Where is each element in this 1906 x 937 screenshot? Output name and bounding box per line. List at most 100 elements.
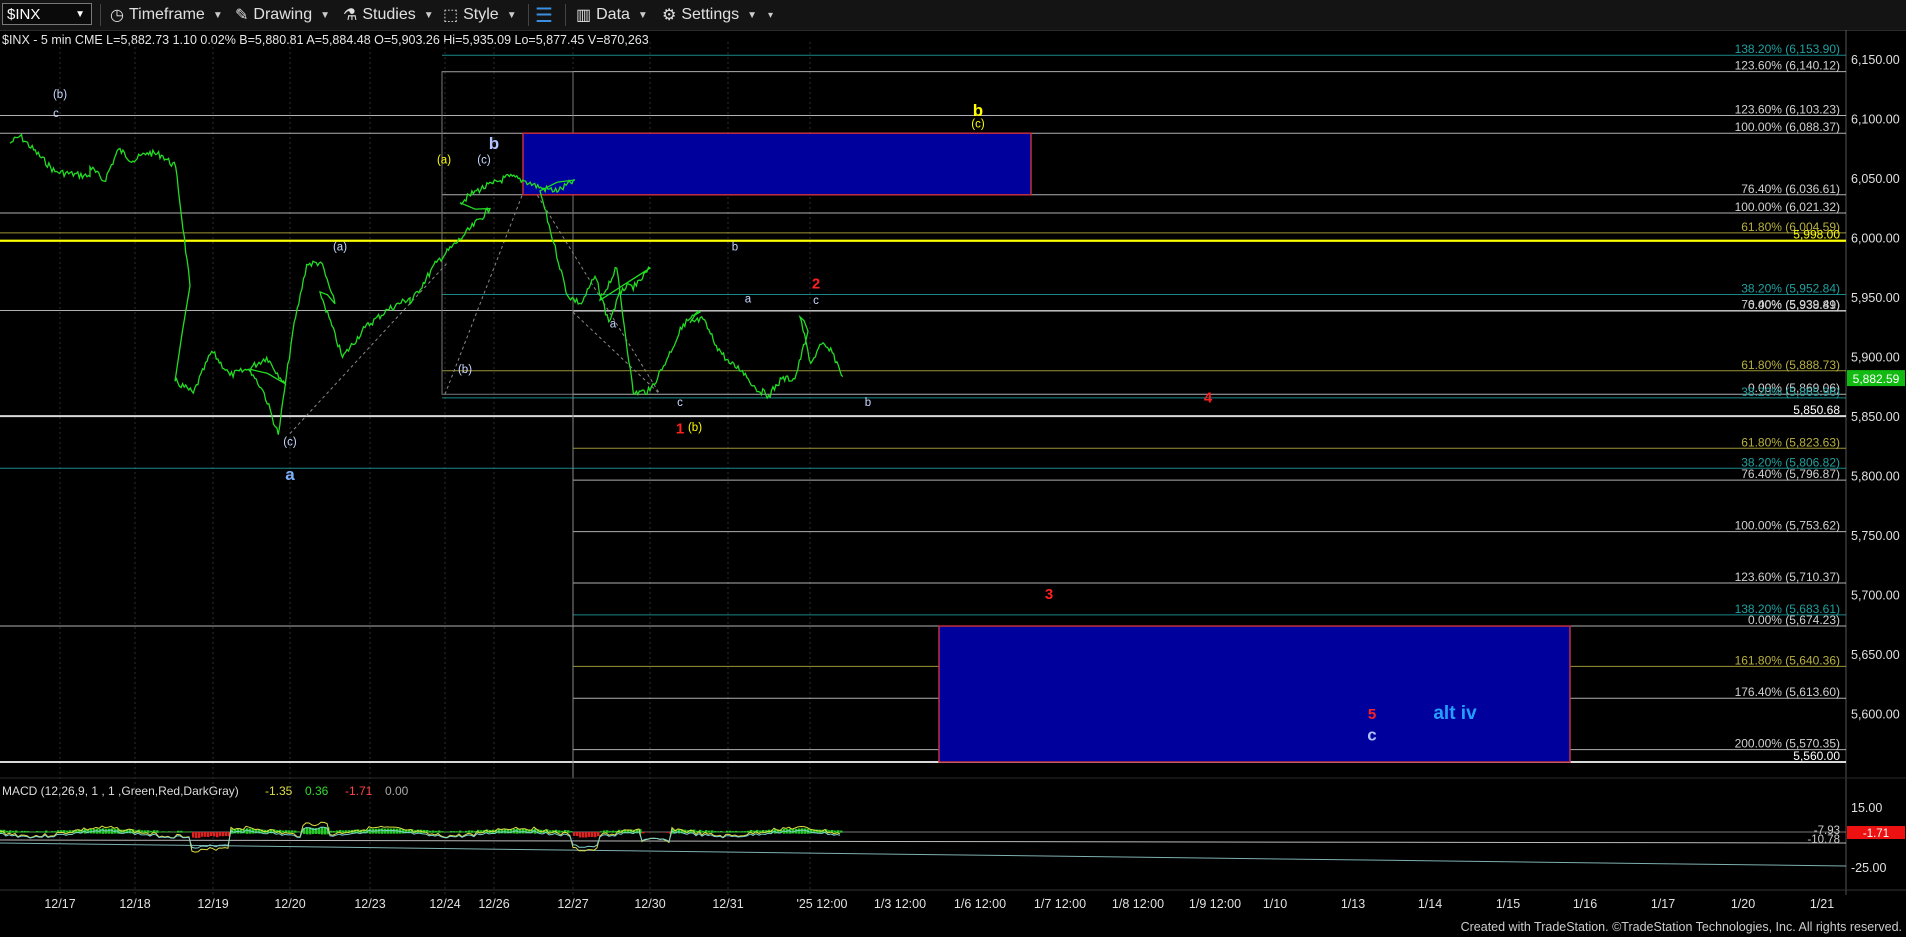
macd-histogram-bar (468, 830, 471, 833)
fib-level-label: 138.20% (6,153.90) (1735, 42, 1840, 56)
wave-label: b (732, 241, 738, 253)
x-tick-label: 1/15 (1496, 897, 1520, 911)
x-tick-label: 1/7 12:00 (1034, 897, 1086, 911)
macd-histogram-bar (165, 831, 168, 833)
macd-histogram-bar (840, 830, 843, 833)
macd-histogram-bar (288, 830, 291, 833)
macd-histogram-bar (606, 830, 609, 833)
macd-histogram-bar (594, 832, 597, 838)
macd-histogram-bar (708, 830, 711, 833)
fib-level-label: 61.80% (5,823.63) (1741, 435, 1840, 449)
macd-histogram-bar (45, 830, 48, 833)
y-tick-label: 5,650.00 (1851, 648, 1900, 662)
macd-histogram-bar (162, 831, 165, 833)
wave-label: b (489, 134, 499, 153)
macd-histogram-bar (741, 831, 744, 833)
fib-level-label: 38.20% (5,865.96) (1741, 385, 1840, 399)
macd-histogram-bar (210, 832, 213, 837)
x-tick-label: 12/31 (712, 897, 743, 911)
fib-level-label: 5,560.00 (1793, 749, 1840, 763)
macd-histogram-bar (333, 830, 336, 833)
fib-level-label: 61.80% (5,888.73) (1741, 358, 1840, 372)
y-tick-label: 5,850.00 (1851, 410, 1900, 424)
macd-histogram-bar (225, 832, 228, 837)
y-tick-label: 5,950.00 (1851, 291, 1900, 305)
macd-histogram-bar (582, 832, 585, 838)
y-tick-label: 6,100.00 (1851, 112, 1900, 126)
fib-level-label: 123.60% (6,103.23) (1735, 103, 1840, 117)
macd-histogram-bar (798, 828, 801, 834)
y-tick-label: 6,050.00 (1851, 172, 1900, 186)
x-tick-label: 1/14 (1418, 897, 1442, 911)
price-chart[interactable]: 6,150.00 6,100.00 6,050.00 6,000.00 5,950.00… (0, 0, 1906, 937)
macd-value: 0.36 (305, 784, 329, 798)
macd-y-tick: -25.00 (1851, 861, 1886, 875)
wave-label: (c) (971, 119, 985, 131)
macd-histogram-bar (222, 832, 225, 837)
macd-histogram-bar (42, 831, 45, 833)
macd-histogram-bar (207, 832, 210, 837)
macd-histogram-bar (570, 831, 573, 833)
macd-right-label: -10.78 (1807, 834, 1840, 846)
x-tick-label: 12/24 (429, 897, 460, 911)
macd-histogram-bar (597, 832, 600, 837)
macd-histogram-bar (573, 832, 576, 836)
macd-histogram-bar (585, 832, 588, 838)
macd-histogram-bar (297, 831, 300, 833)
x-tick-label: 12/23 (354, 897, 385, 911)
macd-histogram-bar (282, 830, 285, 833)
macd-histogram-bar (15, 830, 18, 833)
macd-histogram-bar (177, 830, 180, 833)
macd-histogram-bar (444, 831, 447, 833)
macd-histogram-bar (201, 832, 204, 837)
wave-label: 1 (676, 421, 684, 438)
macd-histogram-bar (576, 832, 579, 837)
macd-histogram-bar (390, 828, 393, 834)
macd-histogram-bar (9, 830, 12, 833)
macd-histogram-bar (459, 830, 462, 833)
y-tick-label: 5,700.00 (1851, 588, 1900, 602)
x-tick-label: 12/18 (119, 897, 150, 911)
macd-histogram-bar (438, 830, 441, 833)
y-tick-label: 5,600.00 (1851, 707, 1900, 721)
macd-trend-line (0, 842, 1847, 867)
x-tick-label: 1/16 (1573, 897, 1597, 911)
x-tick-label: 12/26 (478, 897, 509, 911)
wave-label: (a) (333, 241, 347, 253)
macd-histogram-bar (195, 832, 198, 839)
macd-histogram-bar (321, 827, 324, 835)
b-target-box (522, 132, 1032, 196)
wave-projection-line (289, 261, 449, 434)
macd-histogram-bar (519, 829, 522, 834)
fib-level-label: 100.00% (5,753.62) (1735, 519, 1840, 533)
macd-histogram-bar (471, 830, 474, 833)
macd-histogram-bar (198, 832, 201, 838)
x-tick-label: 12/19 (197, 897, 228, 911)
y-tick-label: 6,150.00 (1851, 53, 1900, 67)
fib-level-label: 161.80% (5,640.36) (1735, 653, 1840, 667)
macd-histogram-bar (246, 828, 249, 834)
footer-credit: Created with TradeStation. ©TradeStation… (1460, 920, 1902, 934)
x-tick-label: 1/6 12:00 (954, 897, 1006, 911)
macd-histogram-bar (462, 831, 465, 833)
macd-histogram-bar (387, 828, 390, 834)
fib-level-label: 5,998.00 (1793, 228, 1840, 242)
wave-label: 4 (1204, 390, 1213, 407)
macd-histogram-bar (48, 831, 51, 833)
macd-histogram-bar (558, 830, 561, 833)
macd-histogram-bar (591, 832, 594, 838)
wave-projection-line (527, 179, 661, 395)
fib-level-label: 100.00% (6,021.32) (1735, 200, 1840, 214)
wave-label: c (677, 397, 683, 409)
macd-histogram-bar (732, 831, 735, 833)
macd-histogram-bar (567, 830, 570, 833)
macd-histogram-bar (378, 828, 381, 834)
macd-histogram-bar (213, 832, 216, 837)
macd-histogram-bar (579, 832, 582, 838)
wave-label: c (813, 295, 819, 307)
macd-histogram-bar (450, 831, 453, 833)
macd-histogram-bar (435, 830, 438, 833)
wave-label: 3 (1045, 586, 1053, 603)
y-tick-label: 5,800.00 (1851, 469, 1900, 483)
y-tick-label: 6,000.00 (1851, 231, 1900, 245)
